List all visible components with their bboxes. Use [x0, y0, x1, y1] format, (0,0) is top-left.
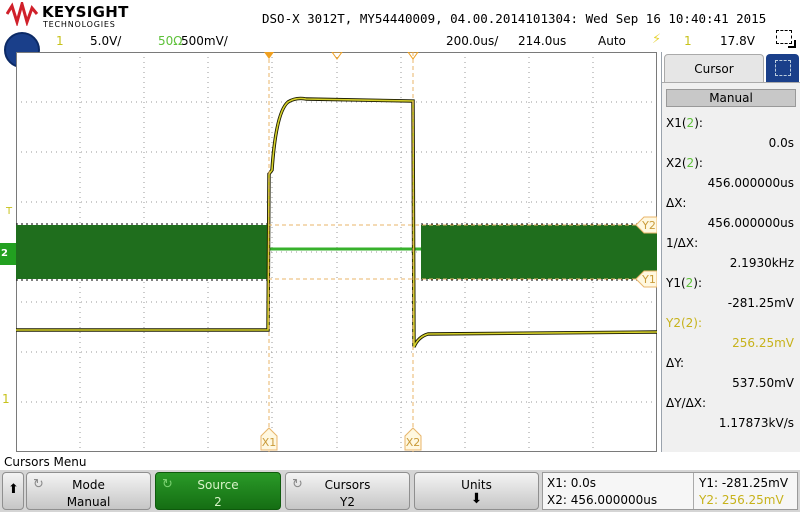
- source-softkey[interactable]: ↻ Source 2: [155, 472, 281, 510]
- y2-label: Y2(2):: [666, 316, 703, 330]
- source-softkey-value: 2: [214, 495, 222, 509]
- mode-softkey-value: Manual: [66, 495, 111, 509]
- submenu-down-arrow-icon: ⬇: [470, 491, 483, 507]
- keysight-logo: KEYSIGHT TECHNOLOGIES: [5, 0, 136, 30]
- inverse-delta-x-label: 1/ΔX:: [666, 236, 699, 250]
- svg-text:Y1: Y1: [641, 273, 656, 286]
- menu-back-button[interactable]: ⬆: [2, 472, 24, 510]
- cursor-zoom-icon[interactable]: [776, 30, 796, 48]
- menu-title: Cursors Menu: [4, 455, 87, 469]
- source-softkey-label: Source: [197, 478, 239, 492]
- cursor-readout-panel: Manual X1(2): 0.0s X2(2): 456.000000us Δ…: [662, 82, 800, 452]
- y2-value: 256.25mV: [732, 336, 794, 350]
- ch1-number[interactable]: 1: [56, 34, 64, 48]
- units-softkey[interactable]: Units ⬇: [414, 472, 539, 510]
- cursors-softkey-label: Cursors: [324, 478, 371, 492]
- trigger-edge-icon: ⚡: [652, 32, 662, 47]
- horizontal-delay[interactable]: 214.0us: [518, 34, 566, 48]
- y1-value: -281.25mV: [727, 296, 794, 310]
- readout-divider: [693, 473, 694, 509]
- cursor-x2-label[interactable]: X2: [404, 427, 422, 451]
- instrument-title: DSO-X 3012T, MY54440009, 04.00.201410130…: [262, 11, 767, 26]
- status-header: KEYSIGHT TECHNOLOGIES DSO-X 3012T, MY544…: [0, 0, 800, 68]
- ch2-ground-marker[interactable]: 2: [0, 243, 16, 265]
- brand-name: KEYSIGHT: [42, 3, 129, 21]
- mode-softkey-label: Mode: [72, 478, 105, 492]
- slope-value: 1.17873kV/s: [718, 416, 794, 430]
- softkey-bar: ⬆ ↻ Mode Manual ↻ Source 2 ↻ Cursors Y2 …: [0, 470, 800, 512]
- cursor-panel-icon[interactable]: [766, 54, 799, 82]
- units-softkey-label: Units: [461, 478, 492, 492]
- brand-subtitle: TECHNOLOGIES: [43, 20, 116, 29]
- timebase-scale[interactable]: 200.0us/: [446, 34, 498, 48]
- up-arrow-icon: ⬆: [8, 482, 19, 497]
- tab-cursor[interactable]: Cursor: [664, 54, 764, 82]
- x2-label: X2(2):: [666, 156, 703, 170]
- readout-y2: Y2: 256.25mV: [699, 493, 784, 507]
- trigger-mode[interactable]: Auto: [598, 34, 626, 48]
- trigger-level-marker[interactable]: T: [6, 206, 12, 217]
- delta-y-value: 537.50mV: [732, 376, 794, 390]
- ch1-ground-marker[interactable]: 1: [2, 392, 10, 406]
- cursor-side-panel: Cursor Manual X1(2): 0.0s X2(2): 456.000…: [661, 52, 800, 452]
- readout-x2: X2: 456.000000us: [547, 493, 658, 507]
- svg-text:X2: X2: [406, 436, 421, 449]
- waveform-canvas: X1 X2 Y2 Y1: [16, 52, 657, 452]
- keysight-wave-icon: [5, 0, 39, 28]
- trigger-source[interactable]: 1: [684, 34, 692, 48]
- delta-x-label: ΔX:: [666, 196, 687, 210]
- y1-label: Y1(2):: [666, 276, 703, 290]
- cursor-readout-box: X1: 0.0s X2: 456.000000us Y1: -281.25mV …: [542, 472, 798, 510]
- x1-label: X1(2):: [666, 116, 703, 130]
- ch2-scale[interactable]: 500mV/: [181, 34, 228, 48]
- x2-value: 456.000000us: [707, 176, 794, 190]
- inverse-delta-x-value: 2.1930kHz: [729, 256, 794, 270]
- cursors-softkey-value: Y2: [340, 495, 355, 509]
- readout-x1: X1: 0.0s: [547, 476, 597, 490]
- cursor-x1-label[interactable]: X1: [260, 427, 278, 451]
- mode-softkey[interactable]: ↻ Mode Manual: [26, 472, 151, 510]
- svg-text:X1: X1: [262, 436, 277, 449]
- delta-x-value: 456.000000us: [707, 216, 794, 230]
- slope-label: ΔY/ΔX:: [666, 396, 707, 410]
- svg-text:Y2: Y2: [641, 219, 656, 232]
- waveform-display[interactable]: X1 X2 Y2 Y1: [16, 52, 657, 452]
- trigger-level[interactable]: 17.8V: [720, 34, 755, 48]
- x1-value: 0.0s: [768, 136, 794, 150]
- cursors-softkey[interactable]: ↻ Cursors Y2: [285, 472, 410, 510]
- cursor-mode-value[interactable]: Manual: [666, 89, 796, 107]
- ch1-scale[interactable]: 5.0V/: [90, 34, 121, 48]
- readout-y1: Y1: -281.25mV: [699, 476, 789, 490]
- ch2-impedance[interactable]: 50Ω: [158, 34, 182, 48]
- delta-y-label: ΔY:: [666, 356, 684, 370]
